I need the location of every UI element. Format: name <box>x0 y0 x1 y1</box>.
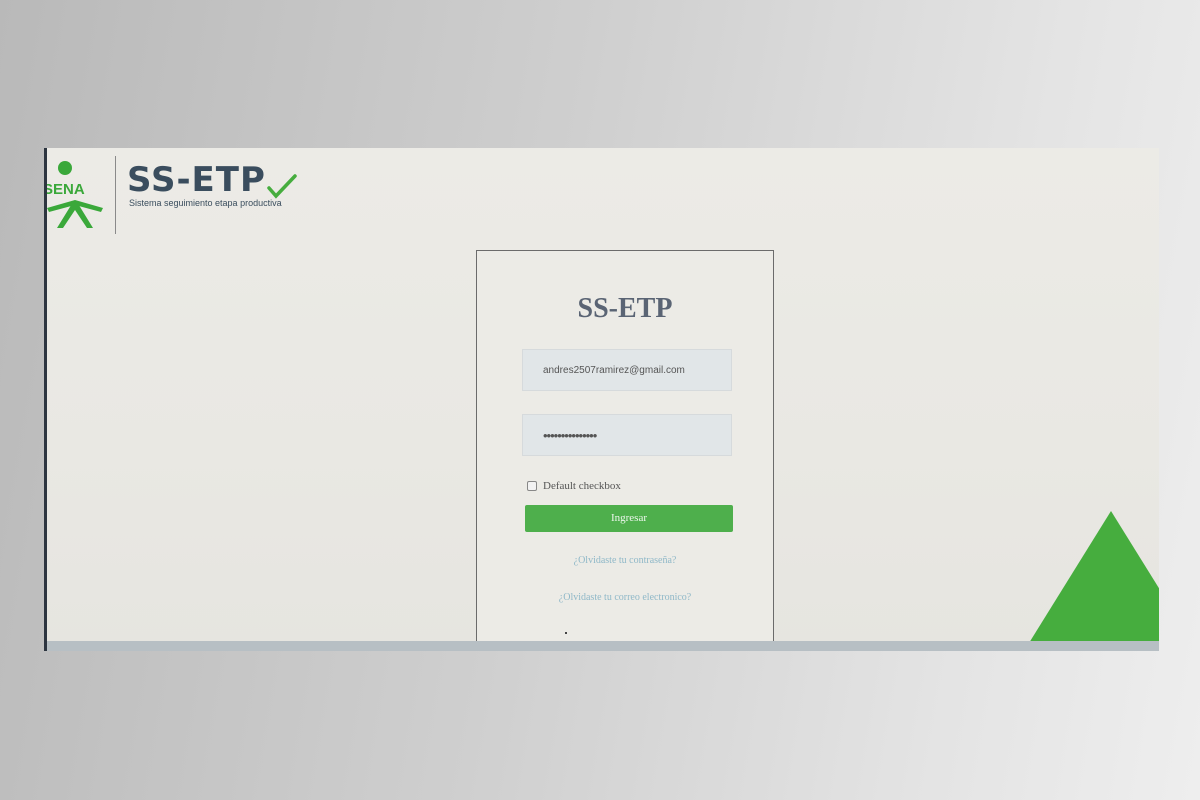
brand-title: SS-ETP <box>127 160 266 200</box>
login-title: SS-ETP <box>577 293 673 324</box>
monitor-screen: SENA SS-ETP Sistema seguimiento etapa pr… <box>44 148 1159 651</box>
screen-bottom-bar <box>47 641 1159 651</box>
login-card: SS-ETP andres2507ramirez@gmail.com •••••… <box>476 250 774 651</box>
cursor-dot <box>565 632 567 634</box>
logo-divider <box>115 156 116 234</box>
email-field[interactable]: andres2507ramirez@gmail.com <box>522 349 732 391</box>
checkmark-icon <box>267 174 297 199</box>
ingresar-button[interactable]: Ingresar <box>525 505 733 532</box>
default-checkbox-row[interactable]: Default checkbox <box>527 480 621 492</box>
forgot-password-link[interactable]: ¿Olvidaste tu contraseña? <box>477 555 773 566</box>
checkbox-label: Default checkbox <box>543 480 621 492</box>
brand: SS-ETP Sistema seguimiento etapa product… <box>127 160 297 208</box>
default-checkbox[interactable] <box>527 481 537 491</box>
sena-logo-text: SENA <box>44 181 85 198</box>
sena-logo: SENA <box>44 161 103 228</box>
green-triangle-decoration <box>1029 511 1159 643</box>
brand-subtitle: Sistema seguimiento etapa productiva <box>129 198 282 208</box>
password-field[interactable]: ••••••••••••••• <box>522 414 732 456</box>
forgot-email-link[interactable]: ¿Olvidaste tu correo electronico? <box>477 592 773 603</box>
